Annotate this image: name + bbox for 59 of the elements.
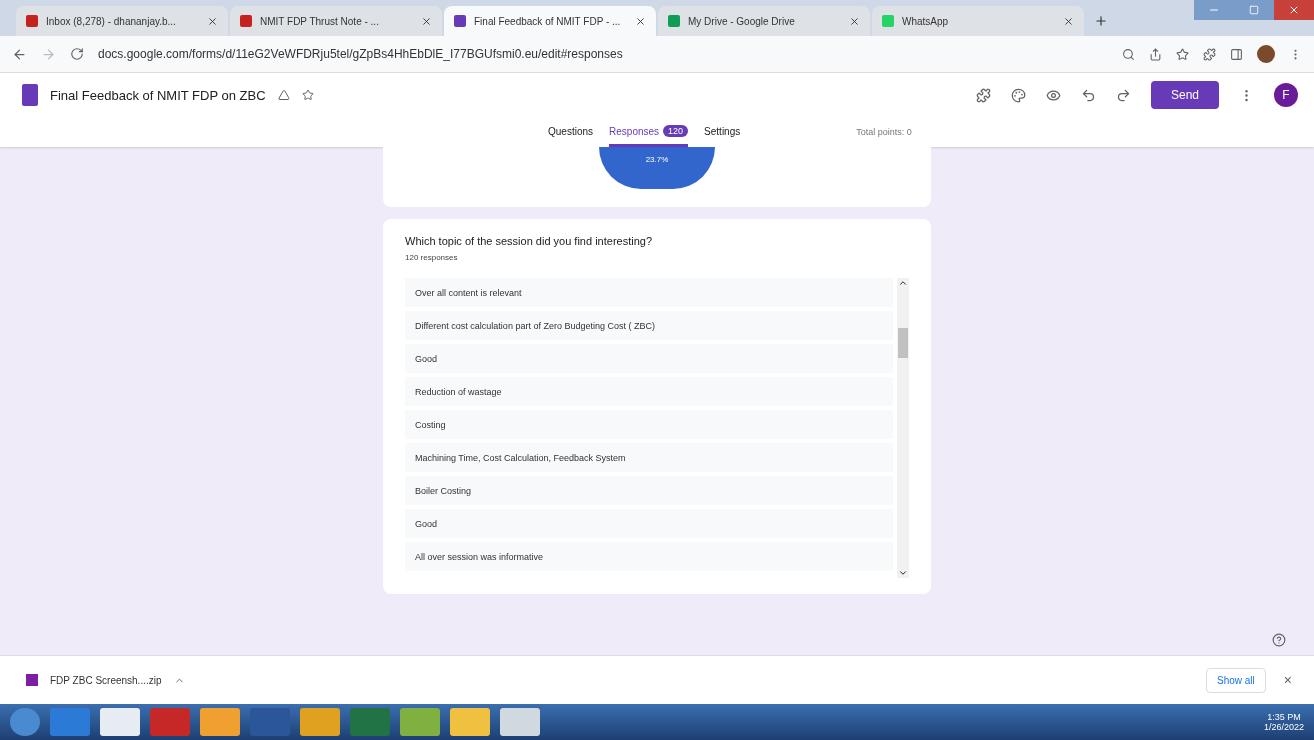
reload-icon[interactable]: [70, 47, 84, 61]
browser-tab[interactable]: Final Feedback of NMIT FDP - ...: [444, 6, 656, 36]
search-icon[interactable]: [1122, 47, 1135, 61]
back-icon[interactable]: [12, 46, 27, 62]
eye-icon[interactable]: [1045, 87, 1061, 103]
account-avatar[interactable]: F: [1274, 83, 1298, 107]
start-orb-icon[interactable]: [10, 708, 40, 736]
response-row: Machining Time, Cost Calculation, Feedback System: [405, 443, 893, 472]
new-tab-icon[interactable]: [1094, 14, 1108, 28]
forms-icon: [22, 84, 38, 106]
browser-tab[interactable]: NMIT FDP Thrust Note - ...: [230, 6, 442, 36]
help-icon[interactable]: [1272, 633, 1286, 647]
profile-avatar[interactable]: [1257, 45, 1275, 63]
star-icon[interactable]: [301, 89, 314, 101]
pie-slice: 23.7%: [599, 147, 715, 189]
close-icon[interactable]: [207, 15, 218, 27]
response-row: Over all content is relevant: [405, 278, 893, 307]
side-panel-icon[interactable]: [1230, 47, 1243, 61]
total-points: Total points: 0: [856, 127, 912, 139]
response-row: Different cost calculation part of Zero Budgeting Cost ( ZBC): [405, 311, 893, 340]
close-icon: [1288, 4, 1300, 16]
scroll-thumb[interactable]: [898, 328, 908, 358]
form-tab[interactable]: Questions: [548, 126, 594, 147]
maximize-icon: [1249, 5, 1259, 15]
form-title: Final Feedback of NMIT FDP on ZBC: [50, 87, 266, 103]
browser-tab[interactable]: My Drive - Google Drive: [658, 6, 870, 36]
palette-icon[interactable]: [1010, 87, 1026, 103]
question-text: Which topic of the session did you find interesting?: [405, 235, 654, 247]
response-row: Boiler Costing: [405, 476, 893, 505]
scroll-up-icon[interactable]: [898, 278, 908, 288]
star-icon[interactable]: [1176, 47, 1189, 61]
show-all-button[interactable]: Show all: [1206, 667, 1266, 693]
close-icon[interactable]: [1063, 15, 1074, 27]
browser-tab[interactable]: WhatsApp: [872, 6, 1084, 36]
response-count: 120 responses: [405, 253, 459, 262]
scrollbar[interactable]: [897, 278, 909, 578]
response-row: Costing: [405, 410, 893, 439]
browser-tab[interactable]: Inbox (8,278) - dhananjay.b...: [16, 6, 228, 36]
clock-time: 1:35 PM: [1267, 712, 1301, 722]
response-row: All over session was informative: [405, 542, 893, 571]
form-tab[interactable]: Settings: [704, 126, 741, 147]
puzzle-icon[interactable]: [1203, 47, 1216, 61]
clock-date: 1/26/2022: [1263, 722, 1304, 732]
close-icon[interactable]: [421, 15, 432, 27]
download-item[interactable]: FDP ZBC Screensh....zip: [50, 674, 162, 686]
close-button[interactable]: ×: [1277, 671, 1298, 689]
send-button[interactable]: Send: [1150, 81, 1219, 109]
drive-icon[interactable]: [277, 89, 290, 101]
undo-icon[interactable]: [1080, 87, 1096, 103]
file-icon: [26, 674, 38, 686]
scroll-down-icon[interactable]: [898, 568, 908, 578]
puzzle-icon[interactable]: [975, 87, 991, 103]
response-row: Reduction of wastage: [405, 377, 893, 406]
redo-icon[interactable]: [1115, 87, 1131, 103]
close-icon[interactable]: [849, 15, 860, 27]
close-icon[interactable]: [635, 15, 646, 27]
share-icon[interactable]: [1149, 47, 1162, 61]
response-row: Good: [405, 509, 893, 538]
response-row: Good: [405, 344, 893, 373]
